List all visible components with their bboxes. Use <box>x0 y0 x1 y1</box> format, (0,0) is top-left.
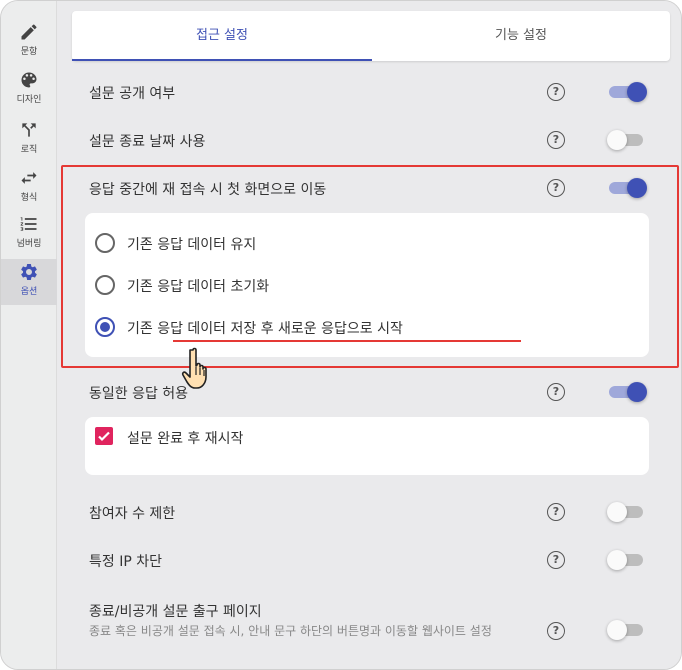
swap-arrows-icon <box>21 172 37 184</box>
numbered-list-icon <box>20 217 37 231</box>
radio-label: 기존 응답 데이터 초기화 <box>127 279 270 295</box>
sidebar-item-format[interactable]: 형식 <box>1 165 57 211</box>
hand-pointer-icon <box>181 347 207 389</box>
end-date-toggle[interactable] <box>607 130 645 150</box>
checkbox-label: 설문 완료 후 재시작 <box>127 431 244 447</box>
help-icon[interactable]: ? <box>547 551 565 569</box>
sidebar-item-logic[interactable]: 로직 <box>1 117 57 163</box>
radio-button[interactable] <box>95 275 115 295</box>
radio-option-save-restart[interactable]: 기존 응답 데이터 저장 후 새로운 응답으로 시작 <box>95 315 595 339</box>
restart-panel: 설문 완료 후 재시작 <box>85 417 649 475</box>
main-panel: 접근 설정 기능 설정 설문 공개 여부 ? 설문 종료 날짜 사용 ? 응답 … <box>57 1 681 669</box>
ip-block-toggle[interactable] <box>607 550 645 570</box>
sidebar-item-label: 디자인 <box>16 95 42 105</box>
sidebar-item-label: 로직 <box>20 145 38 155</box>
setting-description: 종료 혹은 비공개 설문 접속 시, 안내 문구 하단의 버튼명과 이동할 웹사… <box>89 624 492 638</box>
emphasis-underline <box>173 340 521 342</box>
help-icon[interactable]: ? <box>547 179 565 197</box>
sidebar-item-numbering[interactable]: 넘버링 <box>1 211 57 257</box>
radio-label: 기존 응답 데이터 유지 <box>127 237 257 253</box>
setting-label: 설문 공개 여부 <box>89 86 176 102</box>
sidebar: 문항 디자인 로직 형식 넘버링 옵션 <box>1 1 57 669</box>
setting-label: 참여자 수 제한 <box>89 506 176 522</box>
sidebar-item-questions[interactable]: 문항 <box>1 19 57 65</box>
help-icon[interactable]: ? <box>547 503 565 521</box>
palette-icon <box>21 72 37 88</box>
sidebar-item-design[interactable]: 디자인 <box>1 67 57 113</box>
duplicate-toggle[interactable] <box>609 382 647 402</box>
help-icon[interactable]: ? <box>547 383 565 401</box>
checkmark-icon <box>98 431 110 442</box>
exit-page-toggle[interactable] <box>607 620 645 640</box>
setting-label: 종료/비공개 설문 출구 페이지 <box>89 604 262 620</box>
tab-access-settings[interactable]: 접근 설정 <box>72 11 372 61</box>
restart-checkbox[interactable] <box>95 427 113 445</box>
radio-button[interactable] <box>95 317 115 337</box>
setting-row-exit-page: 종료/비공개 설문 출구 페이지 종료 혹은 비공개 설문 접속 시, 안내 문… <box>89 595 649 661</box>
setting-row-public: 설문 공개 여부 ? <box>89 77 649 107</box>
setting-label: 응답 중간에 재 접속 시 첫 화면으로 이동 <box>89 182 327 198</box>
setting-label: 설문 종료 날짜 사용 <box>89 134 206 150</box>
setting-row-resume: 응답 중간에 재 접속 시 첫 화면으로 이동 ? <box>89 173 649 203</box>
setting-label: 동일한 응답 허용 <box>89 386 189 402</box>
sidebar-item-label: 넘버링 <box>16 239 42 249</box>
radio-label: 기존 응답 데이터 저장 후 새로운 응답으로 시작 <box>127 321 403 337</box>
setting-row-end-date: 설문 종료 날짜 사용 ? <box>89 125 649 155</box>
resume-options-panel: 기존 응답 데이터 유지 기존 응답 데이터 초기화 기존 응답 데이터 저장 … <box>85 213 649 357</box>
tab-feature-settings[interactable]: 기능 설정 <box>372 11 670 61</box>
sidebar-item-label: 문항 <box>20 47 38 57</box>
resume-toggle[interactable] <box>609 178 647 198</box>
public-toggle[interactable] <box>609 82 647 102</box>
pencil-icon <box>21 24 37 40</box>
sidebar-item-label: 옵션 <box>20 287 38 297</box>
sidebar-item-label: 형식 <box>20 193 38 203</box>
help-icon[interactable]: ? <box>547 83 565 101</box>
branch-icon <box>22 123 36 137</box>
setting-row-ip-block: 특정 IP 차단 ? <box>89 545 649 575</box>
setting-row-limit: 참여자 수 제한 ? <box>89 497 649 527</box>
limit-toggle[interactable] <box>607 502 645 522</box>
radio-button[interactable] <box>95 233 115 253</box>
help-icon[interactable]: ? <box>547 131 565 149</box>
tab-bar: 접근 설정 기능 설정 <box>72 11 670 61</box>
sidebar-item-options[interactable]: 옵션 <box>1 259 57 305</box>
radio-option-keep[interactable]: 기존 응답 데이터 유지 <box>95 231 595 255</box>
app-window: 문항 디자인 로직 형식 넘버링 옵션 접근 설정 기능 설정 설문 공개 여부… <box>0 0 682 670</box>
gear-icon <box>21 263 37 280</box>
setting-label: 특정 IP 차단 <box>89 554 162 570</box>
setting-row-duplicate: 동일한 응답 허용 ? <box>89 377 649 407</box>
help-icon[interactable]: ? <box>547 622 565 640</box>
radio-option-reset[interactable]: 기존 응답 데이터 초기화 <box>95 273 595 297</box>
